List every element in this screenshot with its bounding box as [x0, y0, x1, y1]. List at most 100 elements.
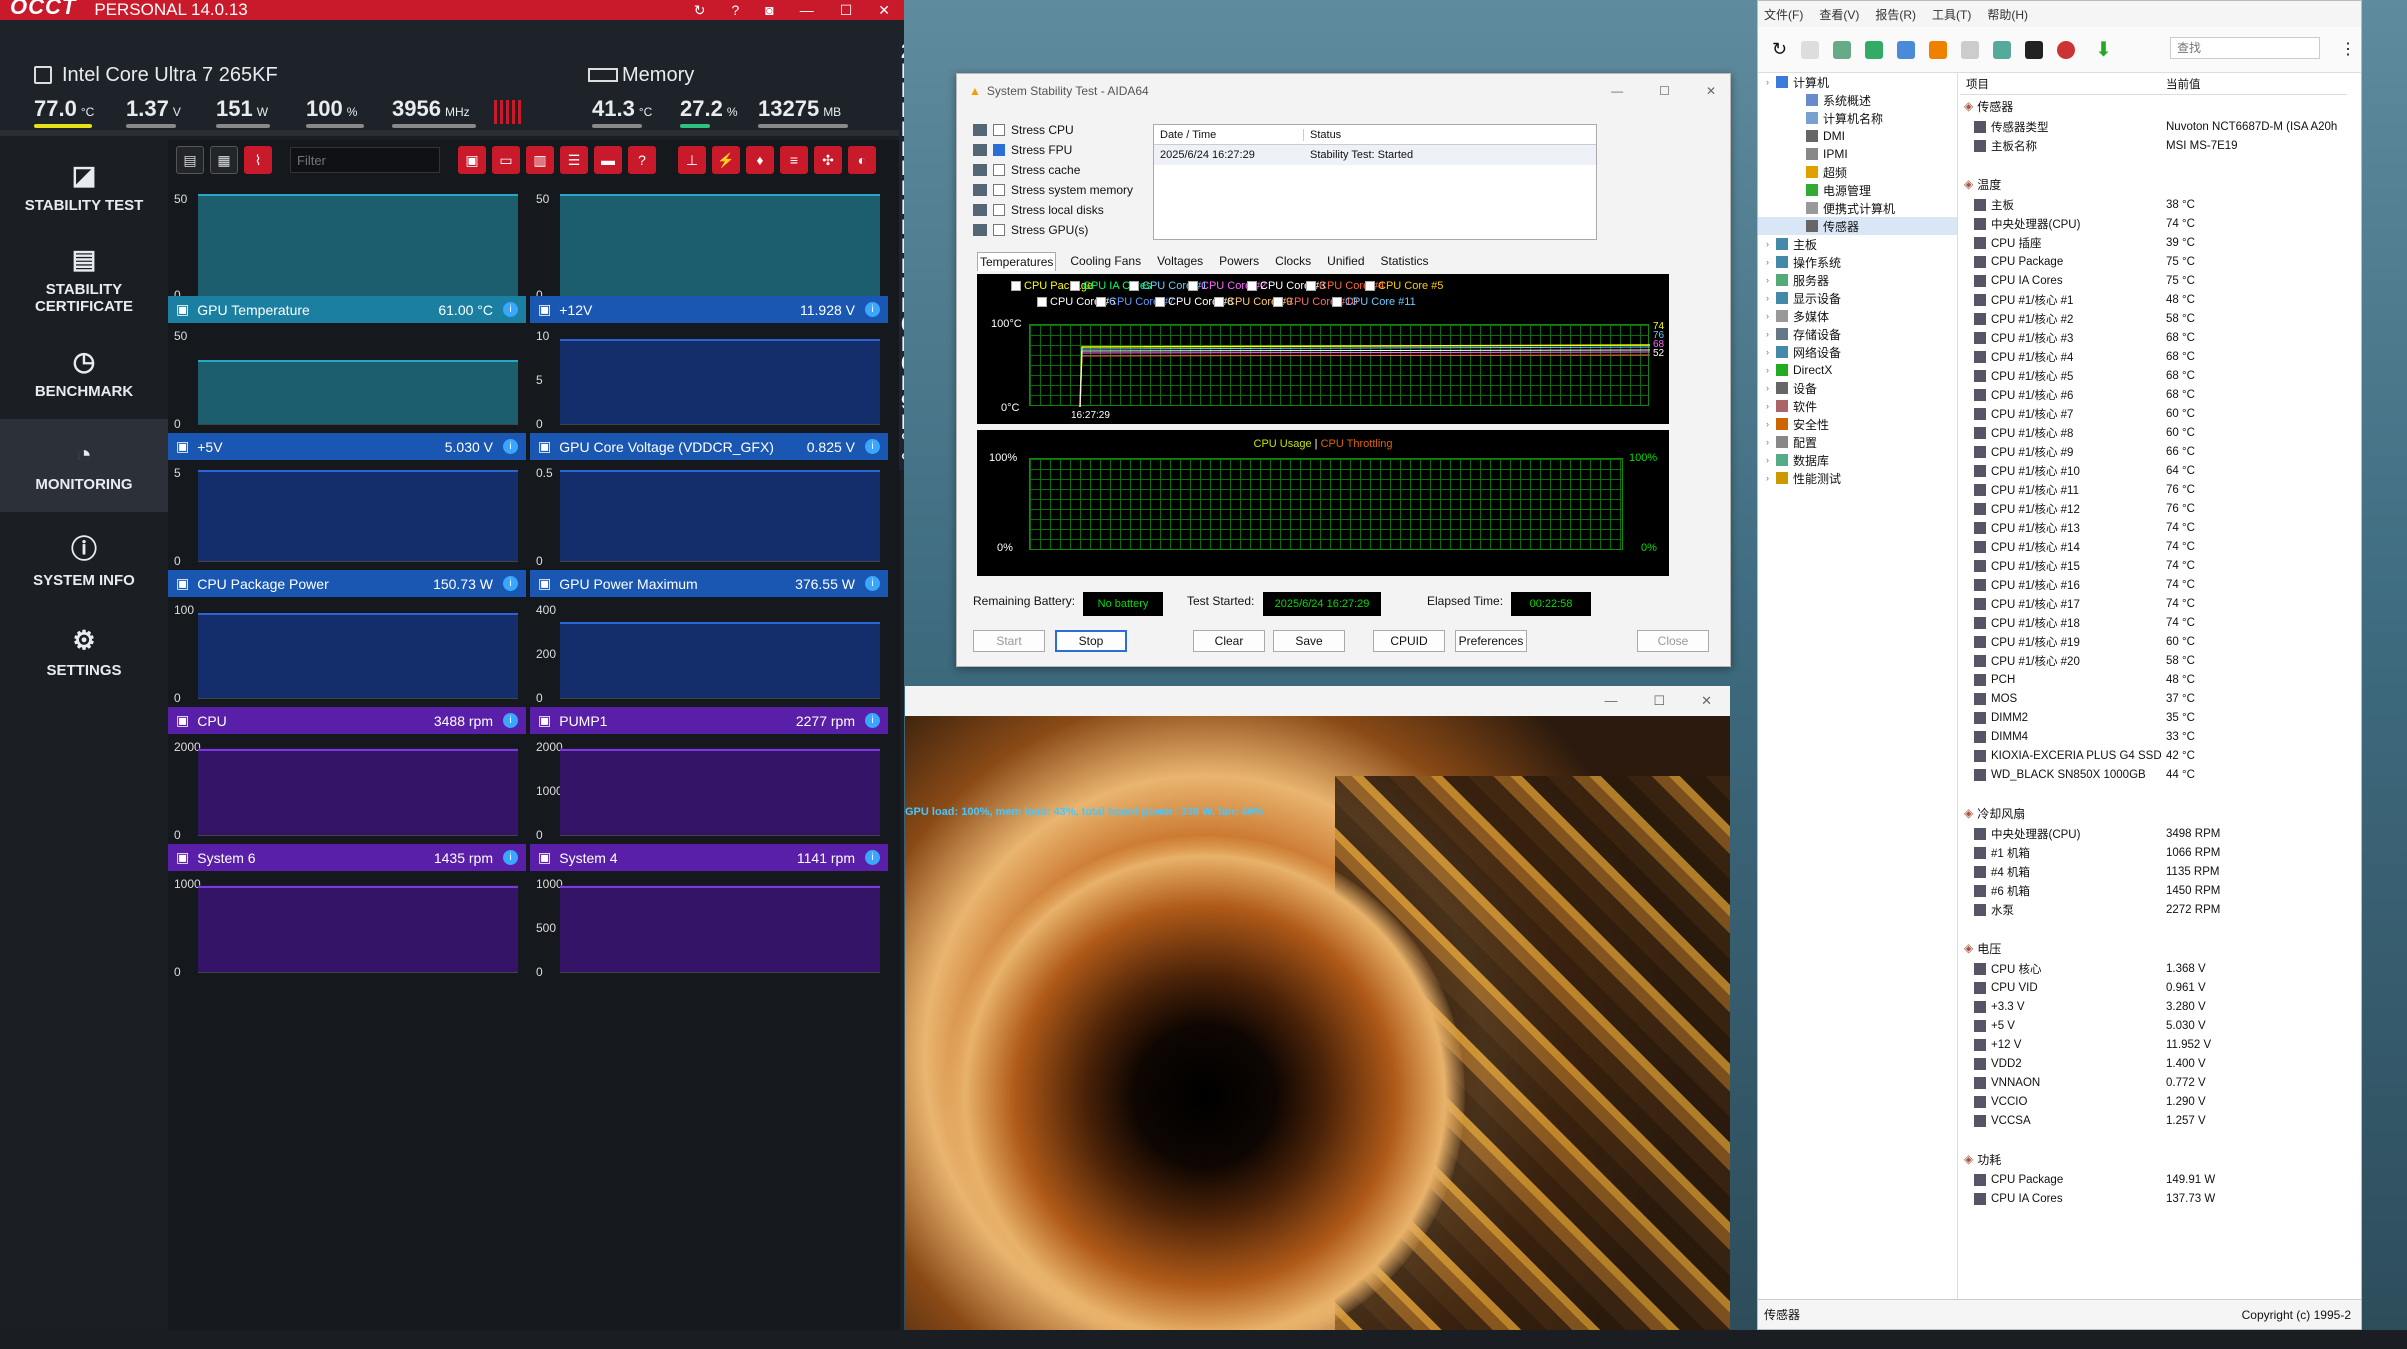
sensor-panel-header[interactable]: ▣ PUMP1 2277 rpm i	[530, 707, 888, 734]
view-graph-icon[interactable]: ⌇	[244, 146, 272, 174]
info-icon[interactable]: i	[865, 576, 880, 591]
report-icon[interactable]	[1801, 40, 1820, 59]
expand-icon[interactable]: ›	[1766, 419, 1776, 429]
expand-icon[interactable]: ›	[1766, 401, 1776, 411]
clear-button[interactable]: Clear	[1193, 630, 1265, 652]
tree-item[interactable]: › 安全性	[1758, 415, 1957, 433]
sensor-row[interactable]: +3.3 V 3.280 V	[1960, 997, 2347, 1016]
sensor-row[interactable]: VNNAON 0.772 V	[1960, 1073, 2347, 1092]
legend-checkbox[interactable]	[1037, 297, 1047, 307]
info-icon[interactable]: i	[503, 439, 518, 454]
info-icon[interactable]: i	[503, 576, 518, 591]
filter-temperature-icon[interactable]: ⊥	[678, 146, 706, 174]
expand-icon[interactable]: ›	[1766, 257, 1776, 267]
filter-gpu-icon[interactable]: ▭	[492, 146, 520, 174]
sensor-row[interactable]: CPU #1/核心 #17 74 °C	[1960, 594, 2347, 613]
memory-icon[interactable]	[1865, 40, 1884, 59]
legend-checkbox[interactable]	[1273, 297, 1283, 307]
checkbox[interactable]	[993, 224, 1005, 236]
info-icon[interactable]: i	[503, 713, 518, 728]
filter-motherboard-icon[interactable]: ▥	[526, 146, 554, 174]
sensor-row[interactable]: CPU #1/核心 #12 76 °C	[1960, 499, 2347, 518]
sensor-row[interactable]: VDD2 1.400 V	[1960, 1054, 2347, 1073]
expand-icon[interactable]: ›	[1766, 347, 1776, 357]
sensor-panel-header[interactable]: ▣ GPU Power Maximum 376.55 W i	[530, 570, 888, 597]
legend-item[interactable]: CPU Core #5	[1365, 280, 1443, 292]
legend-checkbox[interactable]	[1214, 297, 1224, 307]
sensor-row[interactable]: DIMM4 33 °C	[1960, 727, 2347, 746]
expand-icon[interactable]: ›	[1766, 77, 1776, 87]
tree-item[interactable]: 传感器	[1758, 217, 1957, 235]
sensor-row[interactable]: CPU #1/核心 #20 58 °C	[1960, 651, 2347, 670]
expand-icon[interactable]: ›	[1766, 383, 1776, 393]
tree-item[interactable]: 便携式计算机	[1758, 199, 1957, 217]
sensor-panel-header[interactable]: ▣ System 4 1141 rpm i	[530, 844, 888, 871]
filter-other-icon[interactable]: ?	[628, 146, 656, 174]
tree-item[interactable]: › 服务器	[1758, 271, 1957, 289]
filter-input[interactable]	[290, 147, 440, 173]
legend-checkbox[interactable]	[1188, 281, 1198, 291]
filter-usage-icon[interactable]: ◐	[848, 146, 876, 174]
sensor-panel-header[interactable]: ▣ +12V 11.928 V i	[530, 296, 888, 323]
sensor-row[interactable]: CPU #1/核心 #4 68 °C	[1960, 347, 2347, 366]
tree-item[interactable]: › 软件	[1758, 397, 1957, 415]
close-icon[interactable]: ✕	[878, 2, 890, 19]
sensor-row[interactable]: +5 V 5.030 V	[1960, 1016, 2347, 1035]
checkbox[interactable]	[993, 164, 1005, 176]
sensor-row[interactable]: CPU #1/核心 #9 66 °C	[1960, 442, 2347, 461]
menu-file[interactable]: 文件(F)	[1764, 6, 1803, 23]
tab[interactable]: Voltages	[1155, 252, 1205, 271]
start-button[interactable]: Start	[973, 630, 1045, 652]
tree-item[interactable]: › 显示设备	[1758, 289, 1957, 307]
checkbox[interactable]	[993, 184, 1005, 196]
stress-option[interactable]: Stress local disks	[973, 200, 1133, 220]
sensor-panel-header[interactable]: ▣ +5V 5.030 V i	[168, 433, 526, 460]
close-icon[interactable]: ✕	[1701, 693, 1712, 709]
stop-button[interactable]: Stop	[1055, 630, 1127, 652]
nav-monitoring[interactable]: ◔ MONITORING	[0, 419, 168, 512]
expand-icon[interactable]: ›	[1766, 329, 1776, 339]
sensor-row[interactable]: CPU #1/核心 #5 68 °C	[1960, 366, 2347, 385]
sensor-row[interactable]: CPU #1/核心 #6 68 °C	[1960, 385, 2347, 404]
filter-fan-icon[interactable]: ✣	[814, 146, 842, 174]
info-icon[interactable]: i	[865, 713, 880, 728]
info-icon[interactable]: i	[865, 850, 880, 865]
expand-icon[interactable]: ›	[1766, 365, 1776, 375]
sensor-row[interactable]: CPU #1/核心 #13 74 °C	[1960, 518, 2347, 537]
flame-icon[interactable]	[1929, 40, 1948, 59]
tree-item[interactable]: › 设备	[1758, 379, 1957, 397]
expand-icon[interactable]: ›	[1766, 455, 1776, 465]
info-icon[interactable]: i	[865, 302, 880, 317]
view-list-icon[interactable]: ▤	[176, 146, 204, 174]
legend-checkbox[interactable]	[1247, 281, 1257, 291]
sensor-row[interactable]: CPU #1/核心 #15 74 °C	[1960, 556, 2347, 575]
tab[interactable]: Powers	[1217, 252, 1261, 271]
sensor-panel-header[interactable]: ▣ CPU Package Power 150.73 W i	[168, 570, 526, 597]
info-icon[interactable]: i	[865, 439, 880, 454]
sensor-row[interactable]: #4 机箱 1135 RPM	[1960, 862, 2347, 881]
tools-icon[interactable]	[1961, 40, 1980, 59]
tree-item[interactable]: 系统概述	[1758, 91, 1957, 109]
sensor-row[interactable]: CPU IA Cores 75 °C	[1960, 271, 2347, 290]
tree-item[interactable]: › 操作系统	[1758, 253, 1957, 271]
sensor-row[interactable]: VCCIO 1.290 V	[1960, 1092, 2347, 1111]
sensor-row[interactable]: 中央处理器(CPU) 74 °C	[1960, 214, 2347, 233]
sensor-panel-header[interactable]: ▣ GPU Core Voltage (VDDCR_GFX) 0.825 V i	[530, 433, 888, 460]
sensor-row[interactable]: WD_BLACK SN850X 1000GB 44 °C	[1960, 765, 2347, 784]
sensor-row[interactable]: CPU IA Cores 137.73 W	[1960, 1189, 2347, 1208]
network-icon[interactable]	[1897, 40, 1916, 59]
sensor-row[interactable]: #1 机箱 1066 RPM	[1960, 843, 2347, 862]
sensor-row[interactable]: CPU #1/核心 #16 74 °C	[1960, 575, 2347, 594]
preferences-button[interactable]: Preferences	[1455, 630, 1527, 652]
tab[interactable]: Statistics	[1379, 252, 1431, 271]
sensor-panel-header[interactable]: ▣ CPU 3488 rpm i	[168, 707, 526, 734]
sensor-row[interactable]: CPU #1/核心 #1 48 °C	[1960, 290, 2347, 309]
sensor-row[interactable]: 传感器类型 Nuvoton NCT6687D-M (ISA A20h	[1960, 117, 2347, 136]
nav-benchmark[interactable]: ◷ BENCHMARK	[0, 326, 168, 419]
tree-item[interactable]: › 计算机	[1758, 73, 1957, 91]
sensor-panel-header[interactable]: ▣ System 6 1435 rpm i	[168, 844, 526, 871]
menu-help[interactable]: 帮助(H)	[1987, 6, 2028, 23]
more-options-icon[interactable]: ⋮	[2340, 39, 2356, 59]
legend-checkbox[interactable]	[1332, 297, 1342, 307]
expand-icon[interactable]: ›	[1766, 275, 1776, 285]
